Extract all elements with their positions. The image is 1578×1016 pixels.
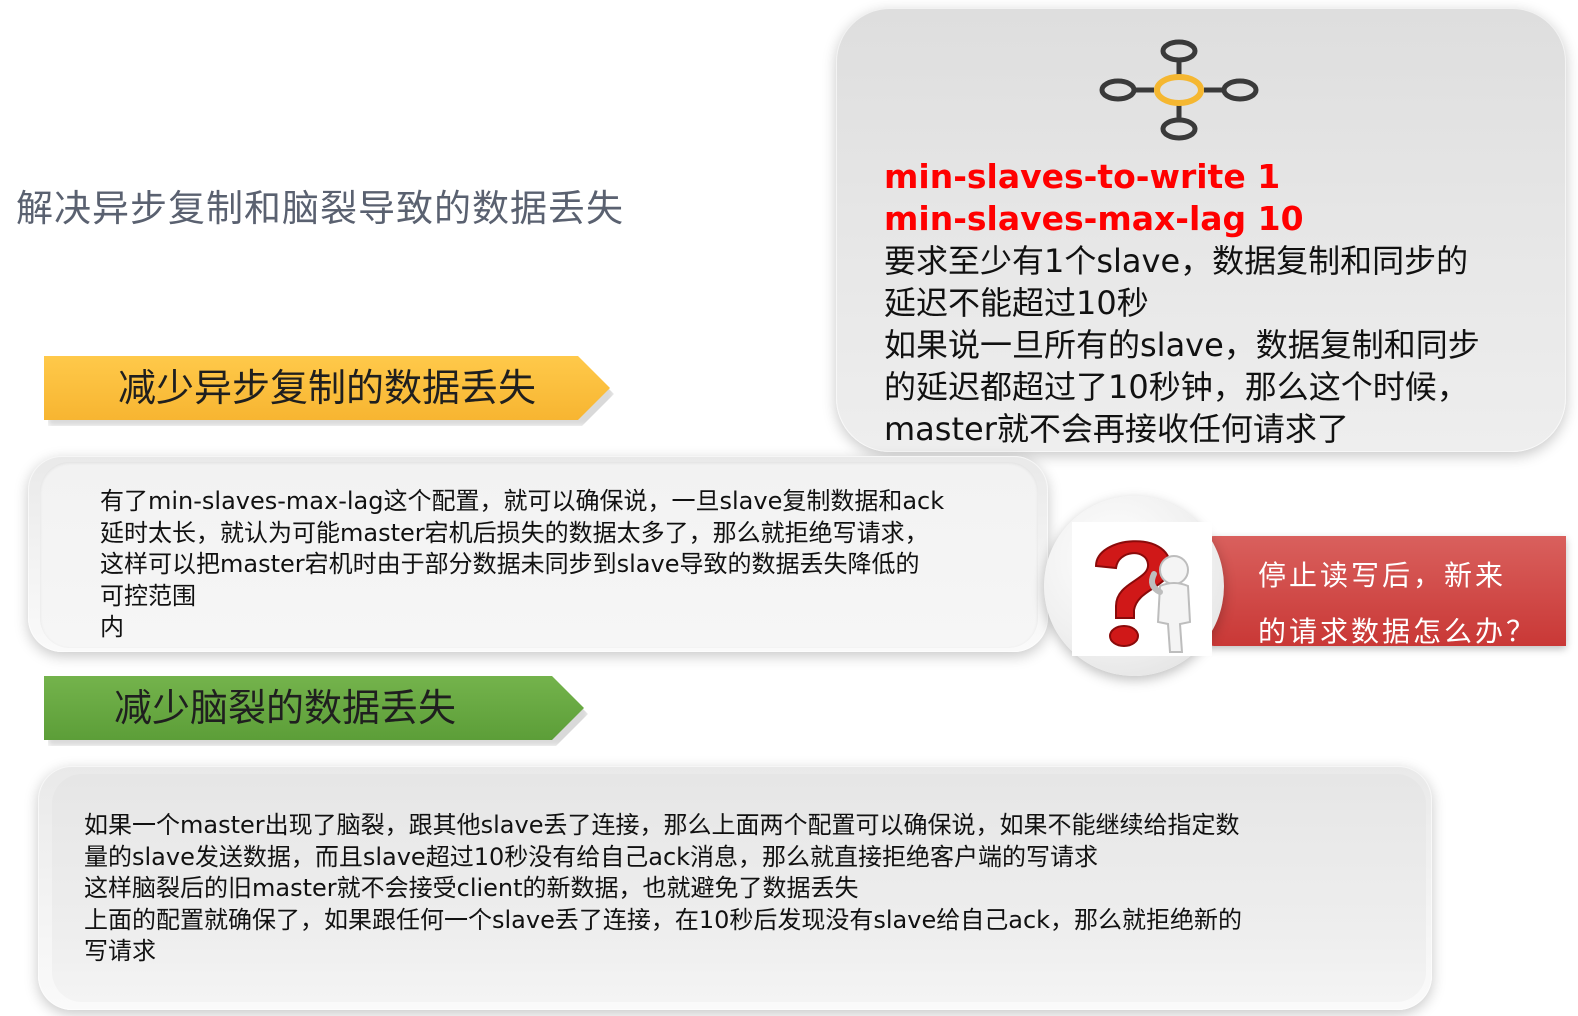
split-brain-text-block: 如果一个master出现了脑裂，跟其他slave丢了连接，那么上面两个配置可以确… — [84, 810, 1242, 968]
config-description-line: 延迟不能超过10秒 — [884, 284, 1149, 322]
slide: 解决异步复制和脑裂导致的数据丢失 min-slaves-to-write 1 m… — [0, 0, 1578, 1016]
async-text-line: 延时太长，就认为可能master宕机后损失的数据太多了，那么就拒绝写请求， — [100, 518, 929, 547]
config-description-line: master就不会再接收任何请求了 — [884, 410, 1349, 448]
page-title: 解决异步复制和脑裂导致的数据丢失 — [16, 187, 624, 230]
async-text-block: 有了min-slaves-max-lag这个配置，就可以确保说，一旦slave复… — [100, 486, 944, 644]
config-description-line: 如果说一旦所有的slave，数据复制和同步 — [884, 326, 1480, 364]
config-description-line: 的延迟都超过了10秒钟，那么这个时候， — [884, 368, 1469, 406]
async-replication-label: 减少异步复制的数据丢失 — [44, 356, 610, 420]
question-banner-line: 停止读写后，新来 — [1258, 559, 1507, 592]
async-text-line: 可控范围 — [100, 581, 196, 610]
split-brain-text-line: 量的slave发送数据，而且slave超过10秒没有给自己ack消息，那么就直接… — [84, 842, 1099, 871]
async-text-line: 这样可以把master宕机时由于部分数据未同步到slave导致的数据丢失降低的 — [100, 550, 920, 578]
split-brain-label: 减少脑裂的数据丢失 — [44, 676, 584, 740]
question-banner-text: 停止读写后，新来 的请求数据怎么办？ — [1258, 548, 1537, 660]
split-brain-text-line: 上面的配置就确保了，如果跟任何一个slave丢了连接，在10秒后发现没有slav… — [84, 905, 1243, 934]
split-brain-text-line: 写请求 — [84, 937, 156, 965]
split-brain-label-text: 减少脑裂的数据丢失 — [114, 686, 457, 730]
config-line-min-slaves-to-write: min-slaves-to-write 1 — [884, 157, 1281, 196]
question-banner-line: 的请求数据怎么办？ — [1258, 615, 1538, 648]
config-line-min-slaves-max-lag: min-slaves-max-lag 10 — [884, 199, 1304, 238]
config-text-block: min-slaves-to-write 1 min-slaves-max-lag… — [884, 156, 1554, 450]
split-brain-text-line: 这样脑裂后的旧master就不会接受client的新数据，也就避免了数据丢失 — [84, 874, 859, 902]
config-description-line: 要求至少有1个slave，数据复制和同步的 — [884, 242, 1469, 280]
async-text-line: 有了min-slaves-max-lag这个配置，就可以确保说，一旦slave复… — [100, 487, 945, 515]
split-brain-text-line: 如果一个master出现了脑裂，跟其他slave丢了连接，那么上面两个配置可以确… — [84, 811, 1240, 839]
async-replication-label-text: 减少异步复制的数据丢失 — [118, 366, 537, 410]
async-text-line: 内 — [100, 613, 124, 641]
question-mark-figure-icon — [1072, 522, 1212, 656]
network-nodes-icon — [1099, 39, 1259, 141]
